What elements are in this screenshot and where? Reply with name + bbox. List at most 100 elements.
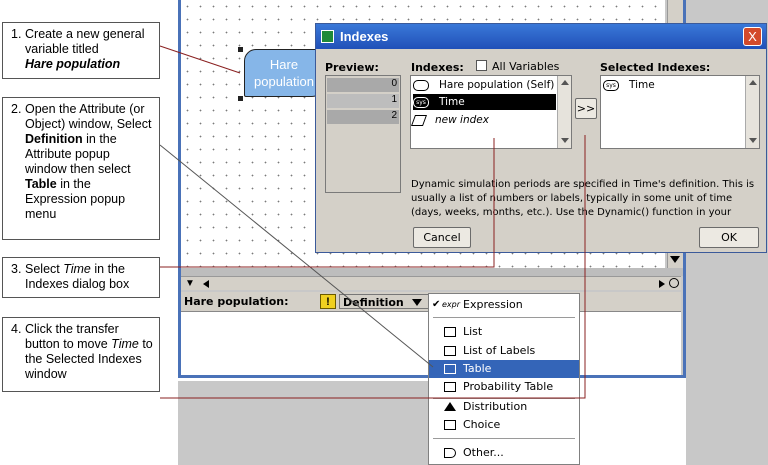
node-handle-top[interactable]	[238, 47, 243, 52]
menu-item-other[interactable]: Other...	[429, 444, 579, 462]
expression-popup-menu: ✔ expr Expression List List of Labels Ta…	[428, 293, 580, 465]
triangle-icon	[444, 402, 456, 411]
horizontal-scrollbar[interactable]: ▼	[181, 276, 681, 290]
chevron-down-icon	[412, 299, 422, 306]
callout-part: Open the Attribute (or Object) window, S…	[25, 102, 152, 131]
preview-row: 2	[327, 110, 399, 124]
index-item-label: Time	[439, 96, 465, 108]
preview-list: 0 1 2	[325, 75, 401, 193]
menu-item-label: Choice	[463, 418, 501, 431]
menu-item-label: Probability Table	[463, 380, 554, 393]
index-parallelogram-icon	[410, 114, 428, 126]
callout-line: variable titled	[25, 42, 99, 56]
callout-step-3: 3. Select Time in the Indexes dialog box	[2, 257, 160, 298]
callout-part: Select	[25, 262, 64, 276]
selected-indexes-label: Selected Indexes:	[600, 61, 711, 74]
table-icon	[444, 364, 456, 374]
callout-emphasis: Hare population	[25, 57, 121, 71]
scroll-left-icon[interactable]	[203, 280, 209, 288]
system-variable-icon: sys	[603, 79, 619, 91]
list-icon	[444, 327, 456, 337]
all-variables-label[interactable]: All Variables	[492, 60, 559, 73]
index-item-time[interactable]: sys Time	[413, 94, 556, 110]
menu-item-choice[interactable]: Choice	[429, 416, 579, 434]
index-item-new-index[interactable]: new index	[410, 112, 556, 128]
indexes-list-scrollbar[interactable]	[557, 76, 571, 148]
all-variables-checkbox[interactable]	[476, 60, 487, 71]
callout-part: Click the transfer button to move	[25, 322, 119, 351]
list-icon	[444, 346, 456, 356]
callout-number: 4.	[11, 322, 22, 336]
callout-emphasis: Definition	[25, 132, 83, 146]
scroll-right-icon[interactable]	[659, 280, 665, 288]
canvas-gap	[181, 268, 683, 276]
selected-item-label: Time	[629, 79, 655, 91]
indexes-dialog: Indexes X Preview: 0 1 2 Indexes: All Va…	[315, 23, 767, 253]
choice-icon	[444, 420, 456, 430]
scroll-down-icon[interactable]	[670, 256, 680, 263]
variable-oval-icon	[413, 79, 429, 91]
checkmark-icon: ✔	[432, 299, 441, 310]
hare-population-node[interactable]: Hare population	[244, 49, 324, 97]
node-handle-bottom[interactable]	[238, 96, 243, 101]
other-icon	[444, 448, 456, 458]
dialog-titlebar[interactable]: Indexes	[316, 24, 766, 49]
callout-emphasis: Time	[63, 262, 91, 276]
menu-item-label: Table	[463, 362, 492, 375]
system-variable-icon: sys	[413, 96, 429, 108]
preview-row: 1	[327, 94, 399, 108]
scroll-up-icon[interactable]	[561, 80, 569, 85]
selected-item-time[interactable]: sys Time	[603, 77, 655, 93]
cancel-button[interactable]: Cancel	[413, 227, 471, 248]
scroll-up-icon[interactable]	[749, 80, 757, 85]
callout-step-1: 1. Create a new general variable titled …	[2, 22, 160, 79]
preview-label: Preview:	[325, 61, 379, 74]
index-item-hare-population[interactable]: Hare population (Self)	[413, 77, 556, 93]
callout-number: 1.	[11, 27, 22, 41]
selected-list-scrollbar[interactable]	[745, 76, 759, 148]
menu-item-label: Other...	[463, 446, 504, 459]
app-icon	[321, 30, 334, 43]
selected-indexes-list[interactable]: sys Time	[600, 75, 760, 149]
menu-item-label: Expression	[463, 298, 523, 311]
attribute-popup-value: Definition	[343, 296, 404, 309]
close-button[interactable]: X	[743, 27, 762, 46]
scroll-down-icon[interactable]	[561, 138, 569, 143]
callout-emphasis: Time	[111, 337, 139, 351]
menu-separator	[433, 438, 575, 439]
pin-icon[interactable]: ▼	[185, 278, 195, 289]
index-item-label: new index	[435, 114, 489, 126]
transfer-button[interactable]: >>	[575, 98, 597, 119]
expr-icon: expr	[442, 300, 461, 309]
callout-step-2: 2. Open the Attribute (or Object) window…	[2, 97, 160, 240]
attribute-variable-label: Hare population:	[184, 295, 289, 308]
attribute-popup[interactable]: Definition	[339, 294, 429, 309]
indexes-label: Indexes:	[411, 61, 464, 74]
menu-separator	[433, 317, 575, 318]
callout-text: Select Time in the Indexes dialog box	[25, 262, 153, 292]
background-area-bottom	[178, 381, 428, 465]
menu-item-label: List	[463, 325, 483, 338]
ok-button[interactable]: OK	[699, 227, 759, 248]
callout-number: 3.	[11, 262, 22, 276]
menu-item-expression[interactable]: ✔ expr Expression	[429, 296, 579, 314]
menu-item-list[interactable]: List	[429, 323, 579, 341]
scroll-down-icon[interactable]	[749, 138, 757, 143]
index-item-label: Hare population (Self)	[439, 79, 555, 91]
menu-item-probability-table[interactable]: Probability Table	[429, 378, 579, 396]
scroll-updown-icon[interactable]	[669, 278, 679, 288]
callout-text: Open the Attribute (or Object) window, S…	[25, 102, 153, 222]
preview-row: 0	[327, 78, 399, 92]
menu-item-label: Distribution	[463, 400, 528, 413]
indexes-list[interactable]: Hare population (Self) sys Time new index	[410, 75, 572, 149]
menu-item-distribution[interactable]: Distribution	[429, 398, 579, 416]
menu-item-list-of-labels[interactable]: List of Labels	[429, 342, 579, 360]
warning-icon: !	[320, 294, 336, 309]
callout-text: Click the transfer button to move Time t…	[25, 322, 153, 382]
menu-item-label: List of Labels	[463, 344, 536, 357]
menu-item-table[interactable]: Table	[429, 360, 579, 378]
callout-number: 2.	[11, 102, 22, 116]
callout-text: Create a new general variable titled Har…	[25, 27, 153, 72]
callout-line: Create a new general	[25, 27, 145, 41]
callout-step-4: 4. Click the transfer button to move Tim…	[2, 317, 160, 392]
